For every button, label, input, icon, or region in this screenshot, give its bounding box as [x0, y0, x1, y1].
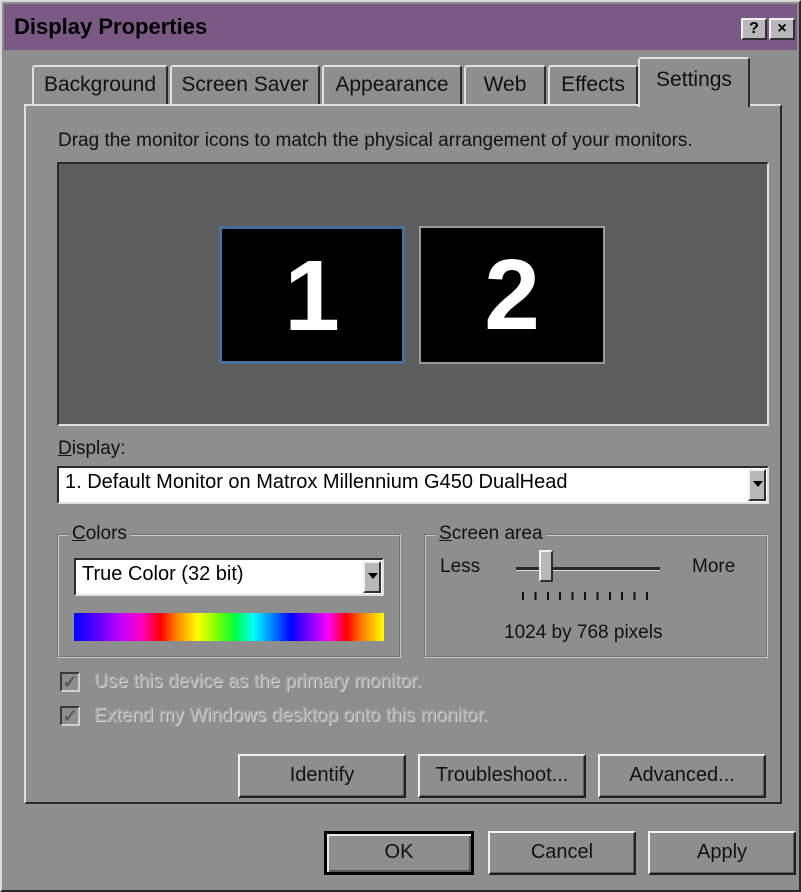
monitor-arrangement-area: 1 2: [57, 162, 769, 426]
monitor-2-icon[interactable]: 2: [419, 226, 605, 364]
monitor-1-icon[interactable]: 1: [219, 226, 405, 364]
identify-button[interactable]: Identify: [238, 754, 406, 798]
resolution-slider-thumb[interactable]: [539, 550, 553, 582]
tab-background[interactable]: Background: [32, 65, 168, 105]
colors-group-label: Colors: [69, 523, 130, 545]
display-label-rest: isplay:: [71, 438, 126, 459]
color-spectrum-bar: [74, 613, 384, 641]
instruction-text: Drag the monitor icons to match the phys…: [58, 130, 693, 151]
display-select-value: 1. Default Monitor on Matrox Millennium …: [65, 471, 568, 493]
resolution-slider-track[interactable]: [516, 567, 660, 571]
cancel-button[interactable]: Cancel: [488, 831, 636, 875]
colors-select[interactable]: True Color (32 bit): [74, 558, 384, 596]
apply-button[interactable]: Apply: [648, 831, 796, 875]
tab-effects[interactable]: Effects: [548, 65, 638, 105]
tab-appearance[interactable]: Appearance: [322, 65, 462, 105]
screen-area-group-label: Screen area: [436, 523, 546, 545]
title-bar[interactable]: Display Properties ? ×: [4, 4, 797, 50]
chevron-down-icon[interactable]: [748, 469, 766, 501]
more-label: More: [692, 556, 736, 577]
colors-select-value: True Color (32 bit): [82, 563, 244, 585]
close-button[interactable]: ×: [769, 18, 795, 40]
primary-monitor-checkbox[interactable]: ✓: [60, 672, 80, 692]
chevron-down-icon[interactable]: [363, 561, 381, 593]
help-button[interactable]: ?: [741, 18, 767, 40]
extend-desktop-checkbox[interactable]: ✓: [60, 706, 80, 726]
tab-screen-saver[interactable]: Screen Saver: [170, 65, 320, 105]
troubleshoot-button[interactable]: Troubleshoot...: [418, 754, 586, 798]
window-title: Display Properties: [14, 14, 208, 39]
tab-web[interactable]: Web: [464, 65, 546, 105]
resolution-text: 1024 by 768 pixels: [504, 622, 663, 643]
display-label: Display:: [58, 438, 126, 459]
advanced-button[interactable]: Advanced...: [598, 754, 766, 798]
display-properties-window: Display Properties ? × Background Screen…: [0, 0, 801, 892]
tab-settings[interactable]: Settings: [638, 57, 750, 107]
less-label: Less: [440, 556, 481, 577]
display-select[interactable]: 1. Default Monitor on Matrox Millennium …: [57, 466, 769, 504]
extend-desktop-label: Extend my Windows desktop onto this moni…: [94, 705, 488, 726]
slider-ticks: [522, 592, 658, 600]
ok-button[interactable]: OK: [324, 831, 474, 875]
primary-monitor-label: Use this device as the primary monitor.: [94, 671, 422, 692]
